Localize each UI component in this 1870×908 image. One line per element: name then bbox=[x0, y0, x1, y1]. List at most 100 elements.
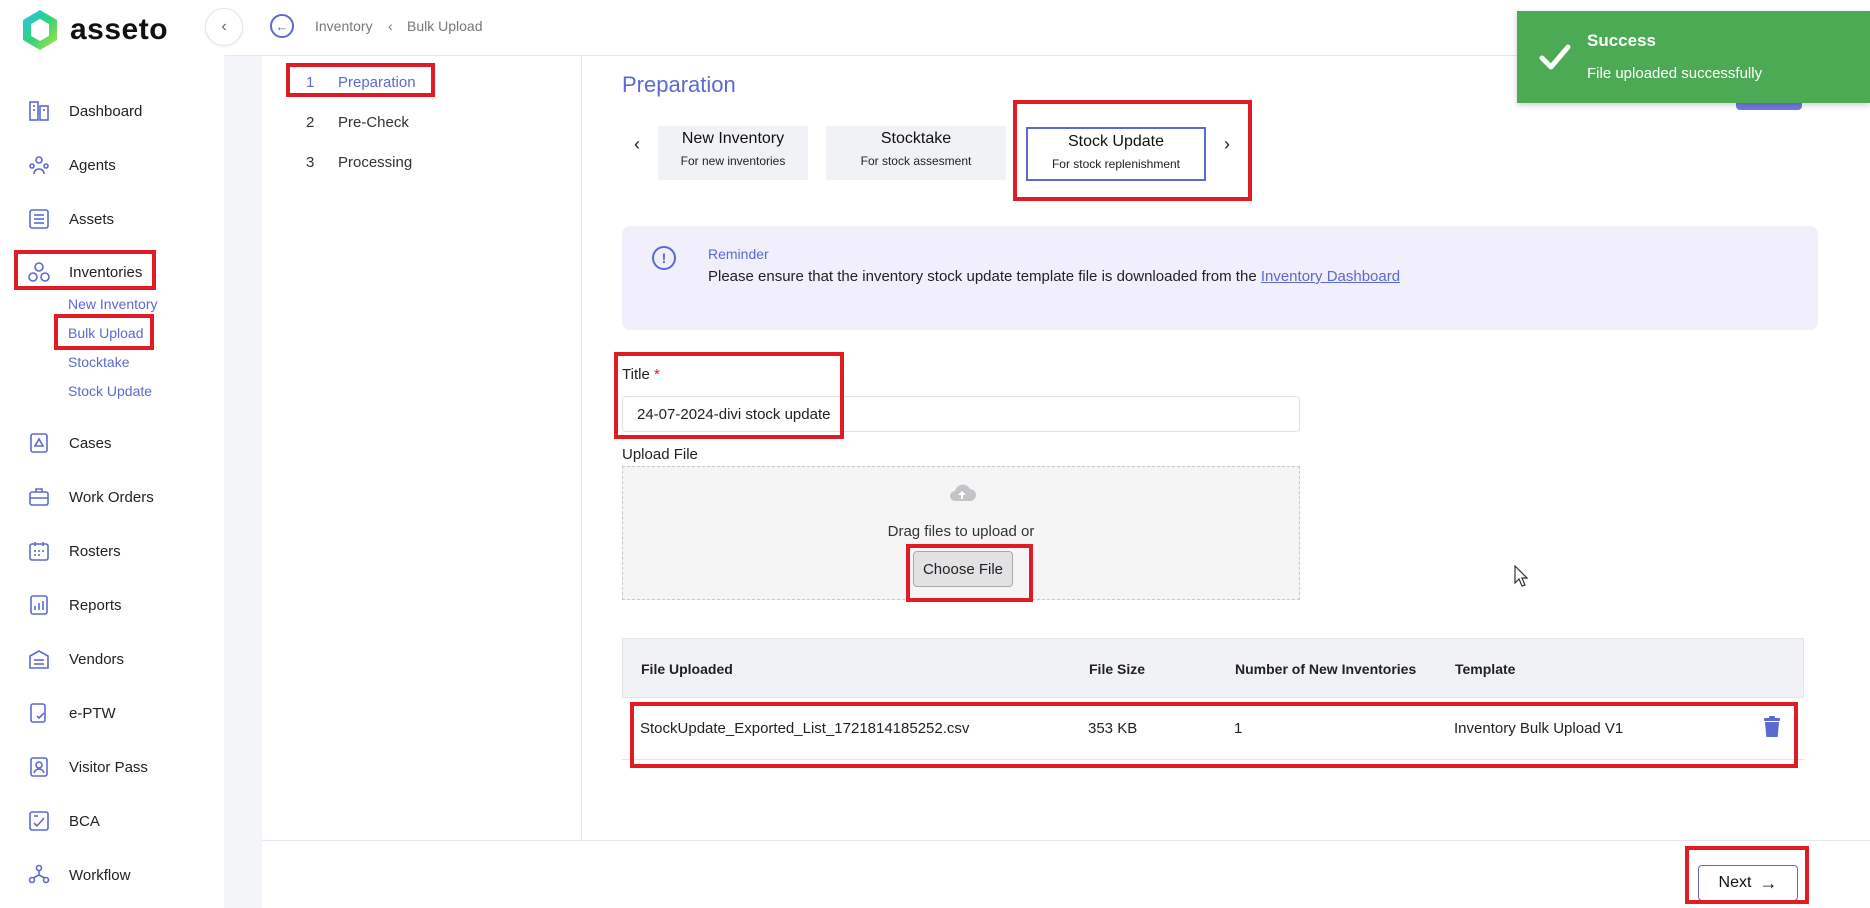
success-toast[interactable]: Success File uploaded successfully bbox=[1517, 11, 1870, 103]
next-button[interactable]: Next → bbox=[1698, 865, 1798, 901]
page-title: Preparation bbox=[622, 72, 736, 97]
sidebar-item-bca[interactable]: BCA bbox=[26, 808, 100, 834]
inventories-icon bbox=[26, 259, 52, 285]
sidebar-item-label: Assets bbox=[69, 210, 115, 228]
sidebar-item-label: Work Orders bbox=[69, 488, 154, 506]
reminder-message: Please ensure that the inventory stock u… bbox=[708, 268, 1261, 285]
workflow-icon bbox=[26, 862, 52, 888]
table-row: StockUpdate_Exported_List_1721814185252.… bbox=[622, 698, 1804, 760]
bca-icon bbox=[26, 808, 52, 834]
inventory-dashboard-link[interactable]: Inventory Dashboard bbox=[1261, 268, 1400, 285]
sidebar-subitem-new-inventory[interactable]: New Inventory bbox=[68, 296, 157, 312]
sidebar-item-agents[interactable]: Agents bbox=[26, 152, 116, 178]
sidebar-item-label: Vendors bbox=[69, 650, 125, 668]
tabs-prev-button[interactable]: ‹ bbox=[634, 134, 640, 155]
back-button[interactable]: ← bbox=[270, 14, 294, 38]
sidebar-item-inventories[interactable]: Inventories bbox=[26, 259, 142, 285]
main-panel: Preparation ‹ New Inventory For new inve… bbox=[582, 56, 1870, 840]
sidebar-subitem-bulk-upload[interactable]: Bulk Upload bbox=[68, 325, 144, 341]
choose-file-button[interactable]: Choose File bbox=[913, 551, 1013, 587]
sidebar-item-label: BCA bbox=[69, 812, 100, 830]
visitor-pass-icon bbox=[26, 754, 52, 780]
tab-title: Stock Update bbox=[1067, 133, 1165, 150]
asseto-logo-icon bbox=[23, 10, 57, 50]
sidebar-subitem-stock-update[interactable]: Stock Update bbox=[68, 383, 152, 399]
tab-subtitle: For stock replenishment bbox=[1051, 157, 1181, 171]
dashboard-icon bbox=[26, 98, 52, 124]
column-header-template: Template bbox=[1455, 661, 1516, 677]
sidebar-item-label: Dashboard bbox=[69, 102, 143, 120]
sidebar-item-label: Cases bbox=[69, 434, 112, 452]
rosters-icon bbox=[26, 538, 52, 564]
toast-message: File uploaded successfully bbox=[1587, 65, 1763, 82]
tab-new-inventory[interactable]: New Inventory For new inventories bbox=[658, 126, 808, 180]
table-header: File Uploaded File Size Number of New In… bbox=[622, 638, 1804, 698]
eptw-icon bbox=[26, 700, 52, 726]
step-pre-check[interactable]: 2 Pre-Check bbox=[306, 114, 409, 131]
vendors-icon bbox=[26, 646, 52, 672]
reminder-box: ! Reminder Please ensure that the invent… bbox=[622, 226, 1818, 330]
work-orders-icon bbox=[26, 484, 52, 510]
required-marker: * bbox=[653, 366, 660, 383]
mouse-cursor-icon bbox=[1514, 565, 1528, 587]
title-input[interactable] bbox=[622, 396, 1300, 432]
sidebar-item-eptw[interactable]: e-PTW bbox=[26, 700, 116, 726]
breadcrumb-parent[interactable]: Inventory bbox=[315, 18, 373, 34]
sidebar-item-label: Rosters bbox=[69, 542, 121, 560]
cell-file-name: StockUpdate_Exported_List_1721814185252.… bbox=[640, 720, 970, 737]
cell-template: Inventory Bulk Upload V1 bbox=[1454, 720, 1624, 737]
breadcrumb-separator-icon: ‹ bbox=[388, 18, 393, 34]
reminder-text: Please ensure that the inventory stock u… bbox=[708, 268, 1400, 285]
sidebar-item-work-orders[interactable]: Work Orders bbox=[26, 484, 154, 510]
cloud-upload-icon bbox=[950, 484, 976, 501]
sidebar-item-rosters[interactable]: Rosters bbox=[26, 538, 121, 564]
reminder-title: Reminder bbox=[708, 246, 769, 262]
step-processing[interactable]: 3 Processing bbox=[306, 154, 412, 171]
sidebar: asseto Dashboard Agents Assets Inventori… bbox=[0, 0, 224, 908]
tab-stock-update[interactable]: Stock Update For stock replenishment bbox=[1026, 127, 1206, 181]
tab-title: New Inventory bbox=[681, 130, 785, 147]
chevron-left-icon: ‹ bbox=[634, 134, 640, 154]
column-header-file: File Uploaded bbox=[641, 661, 733, 677]
sidebar-item-reports[interactable]: Reports bbox=[26, 592, 122, 618]
sidebar-item-visitor-pass[interactable]: Visitor Pass bbox=[26, 754, 148, 780]
cases-icon bbox=[26, 430, 52, 456]
sidebar-item-assets[interactable]: Assets bbox=[26, 206, 114, 232]
tab-subtitle: For stock assesment bbox=[860, 154, 972, 168]
sidebar-subitem-stocktake[interactable]: Stocktake bbox=[68, 354, 129, 370]
tabs-next-button[interactable]: › bbox=[1224, 134, 1230, 155]
tab-stocktake[interactable]: Stocktake For stock assesment bbox=[826, 126, 1006, 180]
step-label: Processing bbox=[338, 154, 413, 171]
info-icon: ! bbox=[652, 246, 676, 270]
sidebar-item-label: Visitor Pass bbox=[69, 758, 148, 776]
sidebar-item-workflow[interactable]: Workflow bbox=[26, 862, 130, 888]
column-header-size: File Size bbox=[1089, 661, 1146, 677]
trash-icon[interactable] bbox=[1762, 716, 1782, 738]
step-number: 2 bbox=[306, 114, 315, 131]
step-number: 3 bbox=[306, 154, 315, 171]
arrow-left-icon: ← bbox=[275, 18, 289, 34]
step-label: Preparation bbox=[338, 74, 416, 91]
sidebar-item-label: Reports bbox=[69, 596, 122, 614]
check-icon bbox=[1539, 44, 1571, 70]
sidebar-item-dashboard[interactable]: Dashboard bbox=[26, 98, 142, 124]
chevron-left-icon: ‹ bbox=[221, 18, 227, 35]
sidebar-item-label: e-PTW bbox=[69, 704, 116, 722]
sidebar-item-vendors[interactable]: Vendors bbox=[26, 646, 124, 672]
sidebar-item-cases[interactable]: Cases bbox=[26, 430, 112, 456]
next-label: Next bbox=[1718, 874, 1752, 891]
brand-logo[interactable]: asseto bbox=[20, 8, 168, 52]
cell-count: 1 bbox=[1234, 720, 1243, 737]
toast-title: Success bbox=[1587, 31, 1656, 50]
reports-icon bbox=[26, 592, 52, 618]
footer-bar: Next → bbox=[262, 840, 1870, 908]
sidebar-item-label: Inventories bbox=[69, 263, 143, 281]
step-preparation[interactable]: 1 Preparation bbox=[306, 74, 416, 91]
upload-file-label: Upload File bbox=[622, 446, 698, 463]
sidebar-collapse-button[interactable]: ‹ bbox=[205, 8, 243, 46]
steps-panel: 1 Preparation 2 Pre-Check 3 Processing bbox=[262, 56, 582, 840]
arrow-right-icon: → bbox=[1759, 872, 1778, 893]
tab-title: Stocktake bbox=[880, 130, 952, 147]
upload-dropzone[interactable]: Drag files to upload or Choose File bbox=[622, 466, 1300, 600]
step-number: 1 bbox=[306, 74, 315, 91]
